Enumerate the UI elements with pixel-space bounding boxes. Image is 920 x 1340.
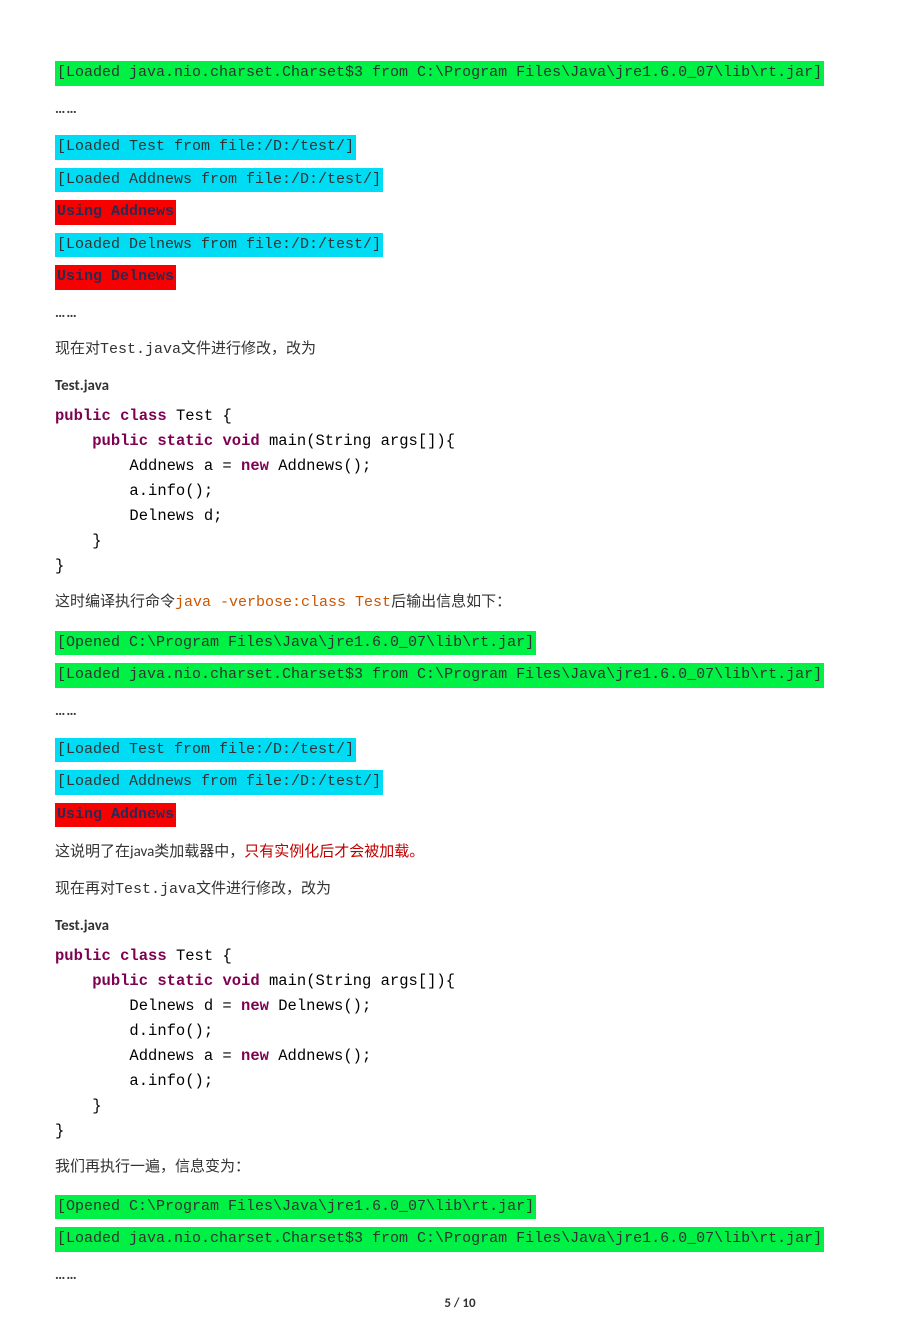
paragraph-conclusion-1: 这说明了在java类加载器中，只有实例化后才会被加载。 [55, 841, 865, 864]
keyword-new: new [241, 997, 269, 1015]
keyword-static: static [157, 972, 213, 990]
emphasis-text: 只有实例化后才会被加载。 [244, 843, 424, 861]
ellipsis: …… [55, 302, 865, 324]
document-page: [Loaded java.nio.charset.Charset$3 from … [0, 0, 920, 1340]
code-text: Addnews a = [55, 1047, 241, 1065]
loaded-test-line: [Loaded Test from file:/D:/test/] [55, 738, 356, 763]
code-block-2: public class Test { public static void m… [55, 944, 865, 1145]
text-fragment: 后输出信息如下： [391, 593, 511, 611]
ellipsis: …… [55, 700, 865, 722]
code-heading-1: Test.java [55, 375, 865, 398]
paragraph-modify-1: 现在对Test.java文件进行修改，改为 [55, 338, 865, 362]
code-text: d.info(); [55, 1022, 213, 1040]
loaded-addnews-line: [Loaded Addnews from file:/D:/test/] [55, 168, 383, 193]
text-fragment: 这时编译执行命令 [55, 593, 175, 611]
opened-rt-line: [Opened C:\Program Files\Java\jre1.6.0_0… [55, 631, 536, 656]
code-text: a.info(); [55, 482, 213, 500]
log-line: Using Addnews [55, 198, 865, 227]
code-text: a.info(); [55, 1072, 213, 1090]
code-indent [55, 972, 92, 990]
filename-text: Test.java [100, 341, 181, 358]
log-line: [Opened C:\Program Files\Java\jre1.6.0_0… [55, 1193, 865, 1222]
using-addnews-line: Using Addnews [55, 200, 176, 225]
code-text: main(String args[]){ [260, 972, 455, 990]
code-text: } [55, 557, 64, 575]
page-footer: 5 / 10 [55, 1294, 865, 1314]
text-fragment: 现在再对 [55, 880, 115, 898]
keyword-void: void [222, 432, 259, 450]
log-line: Using Addnews [55, 801, 865, 830]
code-text: Delnews(); [269, 997, 371, 1015]
code-text: } [55, 1122, 64, 1140]
code-text: main(String args[]){ [260, 432, 455, 450]
text-fragment: 这说明了在java类加载器中， [55, 843, 244, 861]
text-fragment: 文件进行修改，改为 [196, 880, 331, 898]
loaded-addnews-line: [Loaded Addnews from file:/D:/test/] [55, 770, 383, 795]
ellipsis: …… [55, 98, 865, 120]
log-line: [Loaded Addnews from file:/D:/test/] [55, 768, 865, 797]
log-line: [Loaded java.nio.charset.Charset$3 from … [55, 1225, 865, 1254]
keyword-public: public [55, 407, 111, 425]
code-block-1: public class Test { public static void m… [55, 404, 865, 580]
loaded-charset-line: [Loaded java.nio.charset.Charset$3 from … [55, 663, 824, 688]
code-text: Addnews(); [269, 457, 371, 475]
page-number: 5 / 10 [444, 1296, 475, 1311]
using-addnews-line: Using Addnews [55, 803, 176, 828]
loaded-delnews-line: [Loaded Delnews from file:/D:/test/] [55, 233, 383, 258]
filename-text: Test.java [115, 881, 196, 898]
keyword-public: public [92, 972, 148, 990]
keyword-new: new [241, 457, 269, 475]
code-indent [55, 432, 92, 450]
using-delnews-line: Using Delnews [55, 265, 176, 290]
keyword-void: void [222, 972, 259, 990]
text-fragment: 文件进行修改，改为 [181, 340, 316, 358]
code-text: Addnews(); [269, 1047, 371, 1065]
log-line: [Loaded Test from file:/D:/test/] [55, 736, 865, 765]
keyword-static: static [157, 432, 213, 450]
command-text: java -verbose:class Test [175, 594, 391, 611]
code-text: Test { [167, 407, 232, 425]
paragraph-modify-2: 现在再对Test.java文件进行修改，改为 [55, 878, 865, 902]
text-fragment: 现在对 [55, 340, 100, 358]
keyword-public: public [92, 432, 148, 450]
log-line: [Loaded Addnews from file:/D:/test/] [55, 166, 865, 195]
log-line: Using Delnews [55, 263, 865, 292]
opened-rt-line: [Opened C:\Program Files\Java\jre1.6.0_0… [55, 1195, 536, 1220]
code-heading-2: Test.java [55, 915, 865, 938]
code-text: } [55, 1097, 102, 1115]
log-line: [Loaded Test from file:/D:/test/] [55, 133, 865, 162]
paragraph-rerun: 我们再执行一遍，信息变为： [55, 1156, 865, 1179]
log-line: [Loaded Delnews from file:/D:/test/] [55, 231, 865, 260]
keyword-public: public [55, 947, 111, 965]
paragraph-compile-cmd: 这时编译执行命令java -verbose:class Test后输出信息如下： [55, 591, 865, 615]
keyword-new: new [241, 1047, 269, 1065]
log-line: [Opened C:\Program Files\Java\jre1.6.0_0… [55, 629, 865, 658]
code-text: } [55, 532, 102, 550]
code-text: Addnews a = [55, 457, 241, 475]
loaded-charset-line: [Loaded java.nio.charset.Charset$3 from … [55, 1227, 824, 1252]
code-text: Delnews d = [55, 997, 241, 1015]
log-line: [Loaded java.nio.charset.Charset$3 from … [55, 661, 865, 690]
log-line: [Loaded java.nio.charset.Charset$3 from … [55, 59, 865, 88]
code-text: Delnews d; [55, 507, 222, 525]
loaded-test-line: [Loaded Test from file:/D:/test/] [55, 135, 356, 160]
keyword-class: class [120, 407, 167, 425]
keyword-class: class [120, 947, 167, 965]
code-text: Test { [167, 947, 232, 965]
loaded-charset-line: [Loaded java.nio.charset.Charset$3 from … [55, 61, 824, 86]
ellipsis: …… [55, 1264, 865, 1286]
